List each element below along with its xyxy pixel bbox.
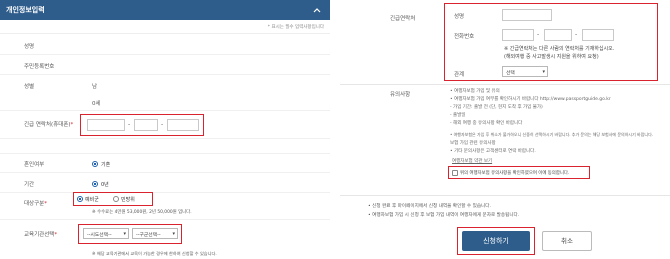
notice-line: • 여행자보험은 가입 후 취소가 불가하오니 신중히 선택하시기 바랍니다. …: [450, 132, 654, 137]
phone-part-2-input[interactable]: [134, 119, 158, 131]
marital-label: 혼인여부: [24, 162, 45, 168]
phone-part-3-input[interactable]: [167, 119, 199, 131]
name-label: 성명: [24, 44, 35, 50]
notice-line: • 여행자보험 가입 여부를 확인하시기 바랍니다 http://www.pas…: [450, 97, 611, 102]
agree-text: 위의 여행자보험 유의사항을 확인하였으며 이에 동의합니다.: [460, 171, 570, 176]
personal-info-panel: 개인정보입력 * 표시는 필수 입력사항입니다 성명 주민등록번호 성별 남 0…: [0, 0, 330, 259]
apply-button[interactable]: 신청하기: [462, 231, 530, 251]
footer-note: • 신청 완료 후 마이페이지에서 신청 내역을 확인할 수 있습니다.: [368, 204, 491, 209]
required-mark: *: [70, 122, 74, 128]
emergency-phone-1-input[interactable]: [502, 29, 534, 41]
divider: [0, 110, 330, 111]
gugun-select[interactable]: --구군선택-- ▾: [132, 228, 178, 239]
required-mark: *: [44, 201, 47, 207]
period-value: 0년: [101, 182, 109, 188]
type-option-2-label: 민방위: [121, 197, 135, 203]
divider: [0, 153, 330, 154]
type-option-1-radio[interactable]: [77, 196, 83, 202]
marital-value: 기혼: [101, 162, 111, 168]
notice-label: 유의사항: [390, 92, 411, 98]
divider: [340, 84, 670, 85]
emergency-note-1: ※ 긴급연락처는 다른 사람의 연락처를 기재하십시오.: [504, 46, 615, 52]
period-label: 기간: [24, 182, 35, 188]
type-option-2-radio[interactable]: [113, 196, 119, 202]
phone-dash: -: [575, 31, 578, 38]
divider: [340, 195, 670, 196]
notice-line: - 가입 기간: 출발 전 (단, 현지 도착 후 가입 불가): [450, 105, 543, 110]
agree-checkbox[interactable]: [452, 169, 458, 176]
region-note: ※ 해당 교육기관에서 교육이 가능한 경우에 한하여 신청할 수 있습니다.: [92, 251, 217, 256]
emergency-phone-2-input[interactable]: [544, 29, 572, 41]
notice-line: • 기타 문의사항은 고객센터로 연락 바랍니다.: [450, 149, 536, 154]
emergency-phone-3-input[interactable]: [582, 29, 614, 41]
phone-dash: -: [161, 121, 164, 128]
contact-label: 긴급 연락처(휴대폰)*: [24, 120, 73, 128]
resident-no-label: 주민등록번호: [24, 64, 55, 70]
type-option-1-label: 예비군: [85, 197, 99, 203]
required-notice-bar: * 표시는 필수 입력사항입니다: [0, 20, 330, 34]
relation-select-value: 선택: [506, 71, 515, 76]
chevron-down-icon: ▾: [123, 231, 126, 237]
notice-link[interactable]: 여행자보험 약관 보기: [452, 158, 492, 164]
divider: [0, 54, 330, 55]
emergency-name-label: 성명: [454, 14, 465, 20]
phone-part-1-input[interactable]: [87, 119, 125, 131]
gugun-select-value: --구군선택--: [136, 233, 161, 238]
emergency-note-2: (해외여행 중 사고발생시 지원을 위하여 요청): [504, 54, 599, 60]
notice-line: - 해외 여행 중 유의사항 확인 바랍니다: [450, 121, 523, 126]
emergency-contact-panel: 긴급연락처 성명 전화번호 - - ※ 긴급연락처는 다른 사람의 연락처를 기…: [340, 0, 670, 259]
age-value: 0세: [92, 101, 101, 107]
required-mark: *: [54, 232, 58, 238]
chevron-down-icon: ▾: [172, 231, 175, 237]
divider: [0, 74, 330, 75]
type-note: ※ 수수료는 4만원 53,000원, 2년 50,000원 입니다.: [92, 210, 192, 215]
type-label: 대상구분*: [24, 199, 47, 207]
divider: [0, 219, 330, 220]
gender-value: 남: [92, 84, 98, 90]
region-label-text: 교육기관선택: [24, 232, 55, 238]
divider: [0, 172, 330, 173]
relation-label: 관계: [454, 72, 465, 78]
marital-radio[interactable]: [92, 161, 98, 167]
sido-select[interactable]: --시도선택-- ▾: [83, 228, 129, 239]
divider: [0, 138, 330, 139]
region-label: 교육기관선택*: [24, 230, 57, 238]
emergency-label: 긴급연락처: [390, 16, 416, 22]
notice-line: - 출발일: [450, 113, 466, 118]
emergency-name-input[interactable]: [502, 9, 552, 21]
required-note: * 표시는 필수 입력사항입니다: [267, 25, 324, 30]
chevron-down-icon: ▾: [542, 69, 545, 75]
phone-dash: -: [128, 121, 131, 128]
sido-select-value: --시도선택--: [87, 233, 112, 238]
gender-label: 성별: [24, 84, 35, 90]
period-radio[interactable]: [92, 181, 98, 187]
section-header: 개인정보입력: [0, 0, 330, 20]
notice-line: • 여행자보험 가입 및 유의: [450, 89, 500, 94]
emergency-phone-label: 전화번호: [454, 34, 475, 40]
contact-label-text: 긴급 연락처(휴대폰): [24, 122, 71, 128]
section-title: 개인정보입력: [6, 6, 45, 14]
footer-note: • 여행자보험 가입 시 신청 후 보험 가입 내역이 여행자에게 문자로 발송…: [368, 213, 520, 218]
type-label-text: 대상구분: [24, 201, 45, 207]
relation-select[interactable]: 선택 ▾: [502, 66, 548, 77]
chevron-up-icon[interactable]: [312, 5, 322, 15]
phone-dash: -: [537, 31, 540, 38]
notice-line: 보험 가입 관련 유의사항: [450, 141, 496, 146]
cancel-button[interactable]: 취소: [542, 231, 592, 251]
divider: [0, 192, 330, 193]
